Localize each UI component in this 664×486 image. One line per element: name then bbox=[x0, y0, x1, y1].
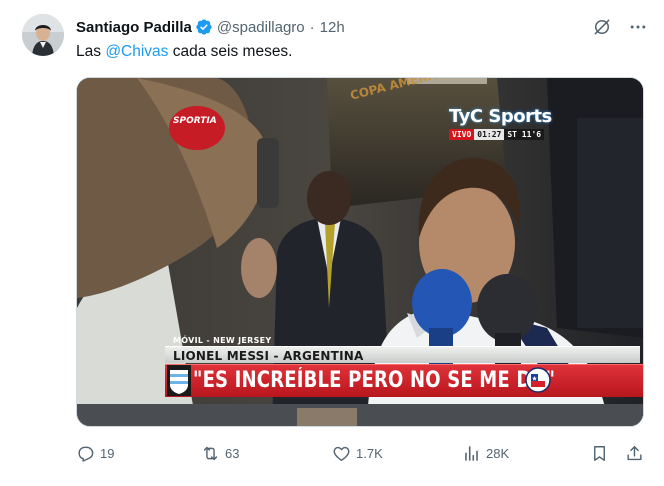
like-icon bbox=[333, 446, 350, 461]
quote-text: "ES INCREÍBLE PERO NO SE ME DA" bbox=[193, 368, 556, 393]
bookmark-button[interactable] bbox=[590, 442, 609, 464]
mention-link[interactable]: @Chivas bbox=[105, 43, 168, 60]
location-label: MÓVIL - NEW JERSEY bbox=[173, 336, 272, 345]
clock-time: 01:27 bbox=[474, 129, 505, 140]
repost-count: 63 bbox=[225, 445, 240, 461]
broadcaster-logo: TyC Sports bbox=[449, 106, 552, 127]
tweet: Santiago Padilla @spadillagro · 12h Las … bbox=[0, 0, 664, 486]
quote-bar: "ES INCREÍBLE PERO NO SE ME DA" bbox=[165, 364, 643, 397]
reply-count: 19 bbox=[100, 445, 115, 461]
grok-icon[interactable] bbox=[592, 17, 612, 37]
argentina-crest-icon bbox=[167, 365, 191, 396]
more-icon[interactable] bbox=[628, 17, 648, 37]
view-count: 28K bbox=[486, 445, 510, 461]
share-icon bbox=[627, 445, 642, 460]
lower-third: MÓVIL - NEW JERSEY LIONEL MESSI - ARGENT… bbox=[77, 334, 643, 404]
share-button[interactable] bbox=[625, 442, 644, 464]
bookmark-icon bbox=[594, 445, 605, 461]
repost-icon bbox=[203, 446, 218, 460]
avatar-image bbox=[22, 14, 64, 56]
reply-button[interactable]: 19 bbox=[76, 442, 114, 464]
repost-button[interactable]: 63 bbox=[201, 442, 239, 464]
views-button[interactable]: 28K bbox=[462, 442, 509, 464]
chile-crest-icon bbox=[525, 367, 551, 393]
verified-badge-icon bbox=[196, 19, 212, 35]
tweet-header: Santiago Padilla @spadillagro · 12h bbox=[76, 16, 648, 38]
like-count: 1.7K bbox=[356, 445, 383, 461]
avatar[interactable] bbox=[22, 14, 64, 56]
author-handle[interactable]: @spadillagro bbox=[217, 19, 305, 36]
live-label: VIVO bbox=[449, 129, 475, 140]
views-icon bbox=[465, 445, 478, 461]
reply-icon bbox=[78, 446, 94, 462]
separator: · bbox=[309, 18, 315, 36]
header-icons bbox=[592, 16, 648, 38]
broadcaster-bug: TyC Sports VIVO 01:27 ST 11'6 bbox=[449, 106, 559, 140]
player-nameplate: LIONEL MESSI - ARGENTINA bbox=[165, 346, 640, 363]
author-name[interactable]: Santiago Padilla bbox=[76, 19, 192, 36]
player-caption: LIONEL MESSI - ARGENTINA bbox=[173, 349, 364, 363]
match-clock: VIVO 01:27 ST 11'6 bbox=[449, 129, 559, 140]
tweet-text: Las @Chivas cada seis meses. bbox=[76, 42, 293, 62]
mic-flag-label: SPORTIA bbox=[173, 116, 217, 126]
tweet-media[interactable]: COPA AMERICA CENTENARIO SPORTIA TyC Spor… bbox=[76, 77, 644, 427]
clock-half: ST 11'6 bbox=[504, 129, 545, 140]
tweet-text-prefix: Las bbox=[76, 43, 106, 60]
like-button[interactable]: 1.7K bbox=[332, 442, 383, 464]
tweet-actions: 19 63 1.7K 28K bbox=[76, 438, 648, 468]
timestamp[interactable]: 12h bbox=[320, 19, 345, 36]
tweet-text-suffix: cada seis meses. bbox=[168, 43, 293, 60]
